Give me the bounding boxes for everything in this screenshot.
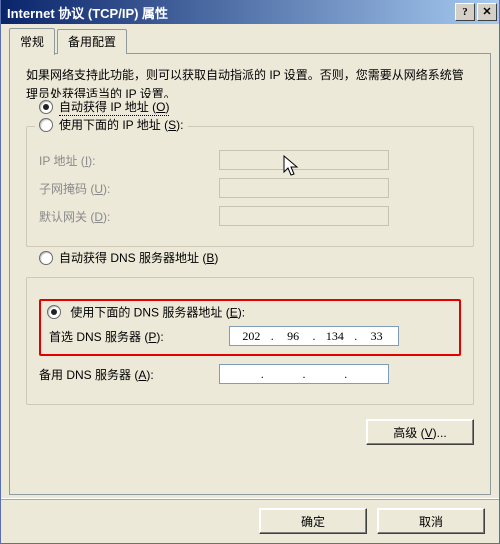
tab-alternate[interactable]: 备用配置: [57, 29, 127, 54]
subnet-mask-input: [219, 178, 389, 198]
ip-manual-label: 使用下面的 IP 地址 (S):: [59, 116, 184, 133]
tab-alternate-label: 备用配置: [68, 35, 116, 49]
ip-address-label: IP 地址 (I):: [39, 152, 219, 169]
dialog-button-bar: 确定 取消: [1, 498, 499, 543]
dns-highlight-box: 使用下面的 DNS 服务器地址 (E): 首选 DNS 服务器 (P): 202…: [39, 299, 461, 356]
dns-manual-radio[interactable]: [47, 305, 61, 319]
dns-manual-label: 使用下面的 DNS 服务器地址 (E):: [70, 305, 245, 319]
advanced-button-label: 高级 (V)...: [393, 424, 446, 441]
dns-auto-label: 自动获得 DNS 服务器地址 (B): [59, 249, 218, 266]
ip-manual-radio[interactable]: [39, 118, 53, 132]
ok-button-label: 确定: [301, 513, 325, 530]
dns-auto-radio-row[interactable]: 自动获得 DNS 服务器地址 (B): [35, 249, 222, 266]
ip-address-input: [219, 150, 389, 170]
alt-dns-label: 备用 DNS 服务器 (A):: [39, 366, 219, 383]
dns-group: 自动获得 DNS 服务器地址 (B) 使用下面的 DNS 服务器地址 (E): …: [26, 277, 474, 405]
tcpip-properties-window: Internet 协议 (TCP/IP) 属性 ? ✕ 常规 备用配置 如果网络…: [0, 0, 500, 544]
dns-manual-radio-row[interactable]: 使用下面的 DNS 服务器地址 (E):: [47, 304, 245, 318]
close-button[interactable]: ✕: [477, 3, 497, 21]
tab-general[interactable]: 常规: [9, 28, 55, 55]
gateway-label: 默认网关 (D):: [39, 208, 219, 225]
preferred-dns-label: 首选 DNS 服务器 (P):: [49, 328, 229, 345]
window-title: Internet 协议 (TCP/IP) 属性: [7, 3, 453, 22]
client-area: 常规 备用配置 如果网络支持此功能，则可以获取自动指派的 IP 设置。否则，您需…: [9, 32, 491, 495]
help-button[interactable]: ?: [455, 3, 475, 21]
subnet-mask-label: 子网掩码 (U):: [39, 180, 219, 197]
cancel-button-label: 取消: [419, 513, 443, 530]
ip-auto-label: 自动获得 IP 地址 (O): [59, 98, 169, 115]
cancel-button[interactable]: 取消: [377, 508, 485, 534]
question-icon: ?: [462, 7, 468, 18]
tab-panel-general: 如果网络支持此功能，则可以获取自动指派的 IP 设置。否则，您需要从网络系统管理…: [9, 53, 491, 495]
preferred-dns-input[interactable]: 202. 96. 134. 33: [229, 326, 399, 346]
advanced-button[interactable]: 高级 (V)...: [366, 419, 474, 445]
ip-group: 自动获得 IP 地址 (O) 使用下面的 IP 地址 (S): IP 地址 (I…: [26, 126, 474, 247]
gateway-input: [219, 206, 389, 226]
tab-general-label: 常规: [20, 35, 44, 49]
ok-button[interactable]: 确定: [259, 508, 367, 534]
ip-manual-radio-row[interactable]: 使用下面的 IP 地址 (S):: [35, 116, 188, 133]
ip-auto-radio[interactable]: [39, 100, 53, 114]
tab-strip: 常规 备用配置: [9, 32, 491, 54]
alt-dns-input[interactable]: . . .: [219, 364, 389, 384]
ip-auto-radio-row[interactable]: 自动获得 IP 地址 (O): [35, 98, 173, 115]
dns-auto-radio[interactable]: [39, 251, 53, 265]
title-bar[interactable]: Internet 协议 (TCP/IP) 属性 ? ✕: [1, 0, 499, 24]
close-icon: ✕: [482, 7, 491, 18]
